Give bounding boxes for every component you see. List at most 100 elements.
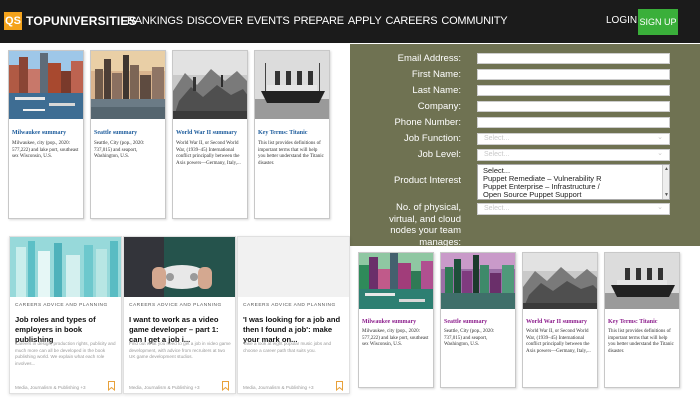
qs-logo-badge[interactable]: QS	[4, 12, 22, 30]
summary-card-world-war-ii[interactable]: World War II summary World War II, or Se…	[172, 50, 248, 219]
summary-card-desc: World War II, or Second World War, (1939…	[526, 329, 591, 354]
book-publishing-image	[10, 237, 121, 297]
form-row-first-name: First Name:	[350, 68, 700, 82]
email-label: Email Address:	[397, 53, 461, 64]
article-card-book-publishing[interactable]: CAREERS ADVICE AND PLANNING Job roles an…	[9, 236, 122, 394]
nav-community[interactable]: COMMUNITY	[441, 15, 507, 27]
nodes-label-line: nodes your team	[390, 225, 461, 236]
nav-discover[interactable]: DISCOVER	[187, 15, 243, 27]
chevron-down-icon: ⌄	[657, 134, 663, 141]
article-description: Find out what you need to get a job in v…	[129, 341, 231, 359]
video-game-image	[124, 237, 235, 297]
summary-card-title: Seattle summary	[94, 130, 138, 136]
summary-card-seattle-2[interactable]: Seattle summary Seattle, City (pop., 202…	[440, 252, 516, 388]
summary-card-desc: This list provides definitions of import…	[258, 141, 324, 166]
music-jobs-image	[238, 237, 349, 297]
nav-careers[interactable]: CAREERS	[386, 15, 438, 27]
company-label: Company:	[417, 101, 461, 112]
first-name-label: First Name:	[411, 69, 461, 80]
company-field[interactable]	[477, 101, 670, 112]
nav-rankings[interactable]: RANKINGS	[127, 15, 183, 27]
form-row-nodes: Select... ⌄	[350, 202, 700, 216]
summary-card-seattle[interactable]: Seattle summary Seattle, City (pop., 202…	[90, 50, 166, 219]
chevron-down-icon: ⌄	[657, 204, 663, 211]
bookmark-icon[interactable]	[107, 381, 116, 391]
job-function-select[interactable]: Select... ⌄	[477, 133, 670, 145]
seattle-photo	[441, 253, 515, 309]
summary-card-desc: Milwaukee, city (pop., 2020: 577,222) an…	[362, 329, 429, 347]
world-war-ii-photo	[523, 253, 597, 309]
article-category: CAREERS ADVICE AND PLANNING	[243, 303, 336, 308]
nav-events[interactable]: EVENTS	[247, 15, 290, 27]
form-row-company: Company:	[350, 100, 700, 114]
main-nav: RANKINGS DISCOVER EVENTS PREPARE APPLY C…	[127, 15, 508, 27]
chevron-down-icon: ⌄	[657, 150, 663, 157]
email-field[interactable]	[477, 53, 670, 64]
article-tag[interactable]: Media, Journalism & Publishing +3	[15, 385, 86, 390]
nav-apply[interactable]: APPLY	[348, 15, 382, 27]
last-name-label: Last Name:	[412, 85, 461, 96]
form-row-email: Email Address:	[350, 52, 700, 66]
form-row-job-function: Job Function: Select... ⌄	[350, 132, 700, 146]
summary-card-titanic[interactable]: Key Terms: Titanic This list provides de…	[254, 50, 330, 219]
form-row-last-name: Last Name:	[350, 84, 700, 98]
article-tag[interactable]: Media, Journalism & Publishing +3	[243, 385, 314, 390]
nodes-value: Select...	[484, 205, 510, 212]
summary-card-title: Seattle summary	[444, 319, 488, 325]
phone-field[interactable]	[477, 117, 670, 128]
listbox-scrollbar[interactable]: ▲ ▼	[662, 165, 669, 199]
job-level-label: Job Level:	[417, 149, 461, 160]
milwaukee-photo	[359, 253, 433, 309]
summary-card-titanic-2[interactable]: Key Terms: Titanic This list provides de…	[604, 252, 680, 388]
article-category: CAREERS ADVICE AND PLANNING	[15, 303, 108, 308]
nodes-select[interactable]: Select... ⌄	[477, 203, 670, 215]
login-link[interactable]: LOGIN	[606, 15, 637, 26]
article-description: Take a look at eight popular music jobs …	[243, 341, 332, 353]
summary-card-milwaukee[interactable]: Milwaukee summary Milwaukee, city (pop.,…	[8, 50, 84, 219]
article-tag[interactable]: Media, Journalism & Publishing +3	[129, 385, 200, 390]
summary-card-desc: Seattle, City (pop., 2020: 737,015) and …	[94, 141, 145, 159]
titanic-photo	[255, 51, 329, 119]
summary-card-world-war-ii-2[interactable]: World War II summary World War II, or Se…	[522, 252, 598, 388]
article-card-video-game-developer[interactable]: CAREERS ADVICE AND PLANNING I want to wo…	[123, 236, 236, 394]
product-interest-option[interactable]: Open Source Puppet Support	[483, 190, 581, 199]
summary-card-desc: World War II, or Second World War, (1939…	[176, 141, 241, 166]
seattle-photo	[91, 51, 165, 119]
summary-card-title: Milwaukee summary	[362, 319, 417, 325]
product-interest-listbox[interactable]: Select... Puppet Remediate – Vulnerabili…	[477, 164, 670, 200]
nodes-label-line: manages:	[419, 236, 461, 248]
product-interest-label: Product Interest	[393, 175, 461, 186]
summary-card-title: Key Terms: Titanic	[258, 130, 308, 136]
job-level-value: Select...	[484, 151, 510, 158]
article-card-music-jobs[interactable]: CAREERS ADVICE AND PLANNING 'I was looki…	[237, 236, 350, 394]
article-category: CAREERS ADVICE AND PLANNING	[129, 303, 222, 308]
signup-button[interactable]: SIGN UP	[638, 9, 678, 35]
scroll-up-icon[interactable]: ▲	[664, 166, 669, 172]
job-function-label: Job Function:	[403, 133, 461, 144]
bookmark-icon[interactable]	[221, 381, 230, 391]
summary-card-title: World War II summary	[176, 130, 237, 136]
summary-card-title: Key Terms: Titanic	[608, 319, 658, 325]
form-row-phone: Phone Number:	[350, 116, 700, 130]
summary-card-desc: This list provides definitions of import…	[608, 329, 674, 354]
bookmark-icon[interactable]	[335, 381, 344, 391]
world-war-ii-photo	[173, 51, 247, 119]
last-name-field[interactable]	[477, 85, 670, 96]
phone-label: Phone Number:	[394, 117, 461, 128]
summary-card-title: Milwaukee summary	[12, 130, 67, 136]
summary-card-milwaukee-2[interactable]: Milwaukee summary Milwaukee, city (pop.,…	[358, 252, 434, 388]
job-level-select[interactable]: Select... ⌄	[477, 149, 670, 161]
article-description: Careers in design, production rights, pu…	[15, 341, 116, 366]
summary-card-title: World War II summary	[526, 319, 587, 325]
form-row-job-level: Job Level: Select... ⌄	[350, 148, 700, 162]
first-name-field[interactable]	[477, 69, 670, 80]
nav-prepare[interactable]: PREPARE	[294, 15, 345, 27]
summary-card-desc: Milwaukee, city (pop., 2020: 577,222) an…	[12, 141, 79, 159]
milwaukee-photo	[9, 51, 83, 119]
scroll-down-icon[interactable]: ▼	[664, 192, 669, 198]
top-navigation: QS TOPUNIVERSITIES RANKINGS DISCOVER EVE…	[0, 0, 700, 43]
site-logo-text[interactable]: TOPUNIVERSITIES	[26, 14, 137, 28]
titanic-photo	[605, 253, 679, 309]
lead-form: Email Address: First Name: Last Name: Co…	[350, 44, 700, 248]
job-function-value: Select...	[484, 135, 510, 142]
